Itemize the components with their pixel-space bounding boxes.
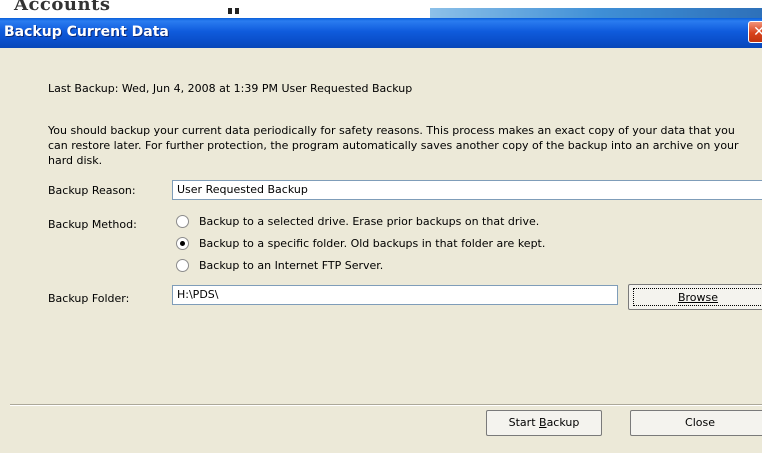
radio-button-selected-icon[interactable]: [176, 236, 189, 250]
start-backup-label-mnemonic: B: [539, 416, 547, 429]
close-icon[interactable]: ✕: [748, 21, 762, 43]
dialog-title: Backup Current Data: [4, 24, 169, 40]
browse-button-label: Browse: [677, 291, 719, 304]
backup-method-label: Backup Method:: [48, 218, 137, 231]
radio-button-icon[interactable]: [176, 214, 189, 228]
background-window-gloss: [430, 8, 762, 18]
background-window-text: Accounts: [14, 0, 111, 15]
radio-button-icon[interactable]: [176, 258, 189, 272]
close-button[interactable]: Close: [630, 410, 762, 436]
radio-option-label: Backup to an Internet FTP Server.: [199, 259, 384, 272]
browse-focus-rect: Browse: [633, 288, 762, 306]
radio-option-specific-folder[interactable]: Backup to a specific folder. Old backups…: [176, 236, 546, 251]
backup-reason-label: Backup Reason:: [48, 184, 136, 197]
footer-separator: [10, 404, 762, 406]
background-window-decoration: [228, 8, 242, 14]
backup-reason-field[interactable]: User Requested Backup: [172, 180, 762, 200]
start-backup-label-prefix: Start: [508, 416, 540, 429]
radio-option-ftp-server[interactable]: Backup to an Internet FTP Server.: [176, 258, 384, 273]
radio-option-selected-drive[interactable]: Backup to a selected drive. Erase prior …: [176, 214, 540, 229]
radio-option-label: Backup to a specific folder. Old backups…: [199, 237, 546, 250]
last-backup-info: Last Backup: Wed, Jun 4, 2008 at 1:39 PM…: [48, 82, 413, 95]
background-window: Accounts: [0, 0, 762, 18]
browse-button[interactable]: Browse: [628, 284, 762, 310]
backup-folder-field[interactable]: H:\PDS\: [172, 285, 618, 305]
start-backup-label-suffix: ackup: [546, 416, 580, 429]
start-backup-button[interactable]: Start Backup: [486, 410, 602, 436]
title-bar[interactable]: Backup Current Data ✕: [0, 18, 762, 48]
dialog-body: Last Backup: Wed, Jun 4, 2008 at 1:39 PM…: [0, 48, 762, 453]
radio-option-label: Backup to a selected drive. Erase prior …: [199, 215, 540, 228]
backup-description: You should backup your current data peri…: [48, 124, 739, 167]
backup-folder-label: Backup Folder:: [48, 292, 130, 305]
